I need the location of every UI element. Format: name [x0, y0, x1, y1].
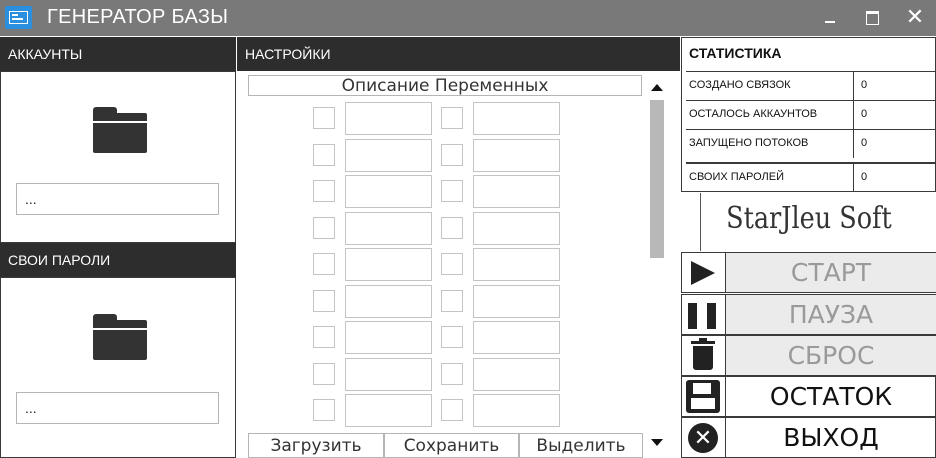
- variable-checkbox[interactable]: [441, 253, 463, 275]
- variable-field[interactable]: [473, 321, 560, 354]
- variable-field[interactable]: [345, 394, 432, 427]
- variable-field[interactable]: [473, 175, 560, 208]
- variable-checkbox[interactable]: [441, 363, 463, 385]
- stat-label: ЗАПУЩЕНО ПОТОКОВ: [689, 137, 809, 149]
- exit-button[interactable]: ✕ ВЫХОД: [681, 417, 936, 458]
- variable-field[interactable]: [345, 175, 432, 208]
- variable-field[interactable]: [345, 102, 432, 135]
- variable-field[interactable]: [473, 394, 560, 427]
- variable-field[interactable]: [345, 358, 432, 391]
- window-title: ГЕНЕРАТОР БАЗЫ: [47, 6, 229, 28]
- folder-icon[interactable]: [93, 314, 147, 360]
- start-label: СТАРТ: [725, 253, 936, 292]
- play-icon: [682, 253, 724, 292]
- variable-field[interactable]: [345, 139, 432, 172]
- variable-field[interactable]: [473, 102, 560, 135]
- variable-checkbox[interactable]: [313, 253, 335, 275]
- stat-value: 0: [861, 171, 868, 183]
- settings-header: НАСТРОЙКИ: [237, 37, 680, 71]
- stat-label: СВОИХ ПАРОЛЕЙ: [689, 171, 785, 183]
- accounts-header: АККАУНТЫ: [0, 37, 236, 71]
- select-all-button[interactable]: Выделить Все: [519, 433, 643, 458]
- app-icon: [5, 6, 32, 29]
- reset-button[interactable]: СБРОС: [681, 335, 936, 376]
- variable-checkbox[interactable]: [313, 107, 335, 129]
- variable-field[interactable]: [345, 248, 432, 281]
- statistics-title: СТАТИСТИКА: [689, 45, 782, 61]
- variable-checkbox[interactable]: [313, 363, 335, 385]
- remainder-label: ОСТАТОК: [725, 377, 936, 416]
- own-passwords-header: СВОИ ПАРОЛИ: [0, 243, 236, 277]
- variable-checkbox[interactable]: [441, 399, 463, 421]
- minimize-button[interactable]: [813, 0, 849, 36]
- pause-icon: [682, 295, 724, 334]
- scroll-up-arrow-icon[interactable]: [651, 84, 663, 91]
- own-passwords-path-input[interactable]: ...: [16, 392, 219, 424]
- save-button[interactable]: Сохранить: [384, 433, 519, 458]
- reset-label: СБРОС: [725, 336, 936, 375]
- title-bar: ГЕНЕРАТОР БАЗЫ ✕: [0, 0, 936, 36]
- variable-field[interactable]: [345, 321, 432, 354]
- close-circle-icon: ✕: [682, 418, 724, 457]
- brand-logo: StarJleu Soft: [700, 193, 917, 251]
- variable-field[interactable]: [473, 358, 560, 391]
- variable-checkbox[interactable]: [313, 144, 335, 166]
- variable-checkbox[interactable]: [313, 290, 335, 312]
- folder-icon[interactable]: [93, 107, 147, 153]
- accounts-panel: ...: [0, 71, 236, 243]
- pause-button[interactable]: ПАУЗА: [681, 294, 936, 335]
- variable-checkbox[interactable]: [313, 217, 335, 239]
- variable-checkbox[interactable]: [313, 326, 335, 348]
- accounts-path-input[interactable]: ...: [16, 183, 219, 215]
- own-passwords-panel: ...: [0, 277, 236, 458]
- statistics-panel: СТАТИСТИКА СОЗДАНО СВЯЗОК 0 ОСТАЛОСЬ АКК…: [681, 37, 936, 192]
- stat-value: 0: [861, 137, 868, 149]
- variable-checkbox[interactable]: [313, 180, 335, 202]
- stat-label: ОСТАЛОСЬ АККАУНТОВ: [689, 108, 818, 120]
- variable-field[interactable]: [473, 139, 560, 172]
- variable-checkbox[interactable]: [441, 107, 463, 129]
- close-button[interactable]: ✕: [897, 0, 933, 36]
- stat-row: СВОИХ ПАРОЛЕЙ 0: [686, 162, 936, 192]
- remainder-button[interactable]: ОСТАТОК: [681, 376, 936, 417]
- scroll-thumb[interactable]: [650, 100, 664, 258]
- maximize-button[interactable]: [855, 0, 891, 36]
- variable-checkbox[interactable]: [441, 217, 463, 239]
- start-button[interactable]: СТАРТ: [681, 252, 936, 293]
- exit-label: ВЫХОД: [725, 418, 936, 457]
- settings-scrollbar[interactable]: [648, 78, 666, 453]
- floppy-icon: [682, 377, 724, 416]
- variable-checkbox[interactable]: [441, 290, 463, 312]
- variable-checkbox[interactable]: [441, 144, 463, 166]
- variable-field[interactable]: [473, 285, 560, 318]
- pause-label: ПАУЗА: [725, 295, 936, 334]
- variable-checkbox[interactable]: [441, 180, 463, 202]
- variable-checkbox[interactable]: [441, 326, 463, 348]
- variable-field[interactable]: [345, 212, 432, 245]
- stat-row: СОЗДАНО СВЯЗОК 0: [686, 71, 936, 100]
- variable-checkbox[interactable]: [313, 399, 335, 421]
- variable-field[interactable]: [473, 212, 560, 245]
- trash-icon: [682, 336, 724, 375]
- stat-row: ЗАПУЩЕНО ПОТОКОВ 0: [686, 129, 936, 158]
- load-button[interactable]: Загрузить: [248, 433, 384, 458]
- variable-field[interactable]: [345, 285, 432, 318]
- scroll-down-arrow-icon[interactable]: [651, 439, 663, 446]
- variable-field[interactable]: [473, 248, 560, 281]
- stat-value: 0: [861, 108, 868, 120]
- stat-label: СОЗДАНО СВЯЗОК: [689, 79, 791, 91]
- stat-value: 0: [861, 79, 868, 91]
- stat-row: ОСТАЛОСЬ АККАУНТОВ 0: [686, 100, 936, 129]
- variables-description-header: Описание Переменных: [248, 75, 642, 96]
